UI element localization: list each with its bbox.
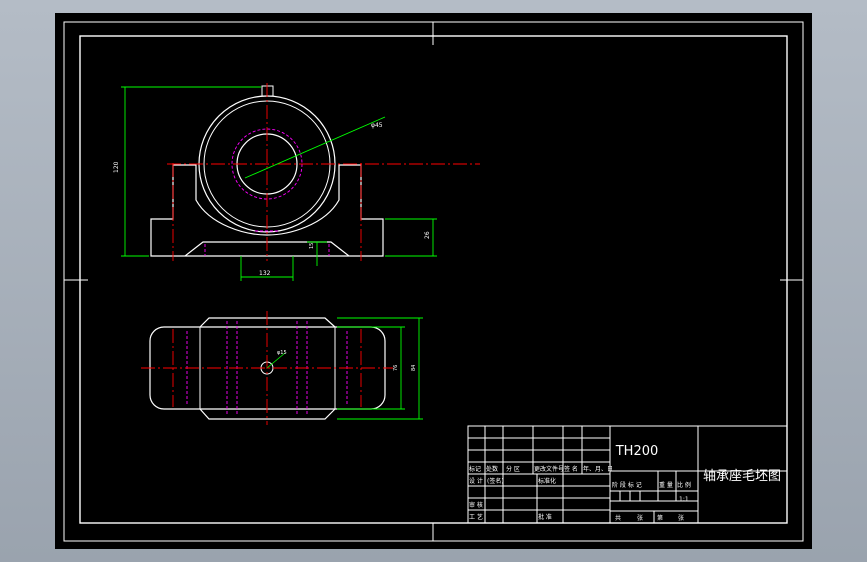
rev-sign: 签 名	[564, 465, 578, 473]
row-sign-date: (签名)	[487, 477, 504, 485]
row-check: 审 核	[469, 501, 483, 509]
sheet-unit: 张	[637, 514, 643, 522]
rev-count: 处数	[486, 465, 498, 473]
rev-date: 年、月、日	[583, 465, 613, 473]
inner-frame	[79, 35, 788, 524]
row-design: 设 计	[469, 477, 483, 485]
outer-frame	[63, 21, 804, 542]
dim-hole-label: φ15	[277, 350, 287, 356]
scale-value: 1:1	[679, 496, 689, 503]
dim-bore-leader	[244, 116, 386, 179]
dim-bore-label: φ45	[371, 122, 383, 129]
dim-inner-width-label: 76	[393, 365, 399, 371]
rev-zone: 分 区	[506, 465, 520, 473]
front-view: 120 φ45 26 15 132	[113, 83, 480, 281]
rev-mark: 标记	[469, 465, 481, 473]
row-standard: 标准化	[538, 477, 556, 485]
dim-height-label: 120	[113, 161, 120, 173]
oil-boss	[261, 85, 274, 97]
dim-outer-width-label: 84	[411, 365, 417, 371]
sheet-total: 共	[615, 514, 621, 522]
stage-mark: 阶 段 标 记	[612, 481, 642, 489]
row-approve: 批 准	[538, 513, 552, 521]
centering-marks	[64, 22, 803, 541]
dim-base-width-label: 132	[259, 270, 271, 277]
cad-viewport[interactable]: 120 φ45 26 15 132 φ15 76 84 TH200 轴承座毛坯图…	[55, 13, 812, 549]
top-view: φ15 76 84	[141, 311, 423, 425]
drawing-code: TH200	[615, 444, 659, 459]
dim-small-height-label: 15	[309, 243, 315, 249]
dim-base-height-label: 26	[424, 231, 431, 239]
stage-weight: 重 量	[659, 481, 673, 489]
row-process: 工 艺	[469, 513, 483, 521]
stage-scale: 比 例	[677, 481, 691, 489]
title-block: TH200 轴承座毛坯图 标记 处数 分 区 更改文件号 签 名 年、月、日 设…	[467, 425, 788, 524]
drawing-title: 轴承座毛坯图	[703, 469, 781, 484]
top-hub	[199, 317, 336, 420]
sheet-nth: 第	[657, 514, 663, 522]
rev-change-doc: 更改文件号	[534, 465, 564, 473]
sheet-unit-2: 张	[678, 514, 684, 522]
drawing-canvas: 120 φ45 26 15 132 φ15 76 84 TH200 轴承座毛坯图…	[63, 21, 804, 542]
